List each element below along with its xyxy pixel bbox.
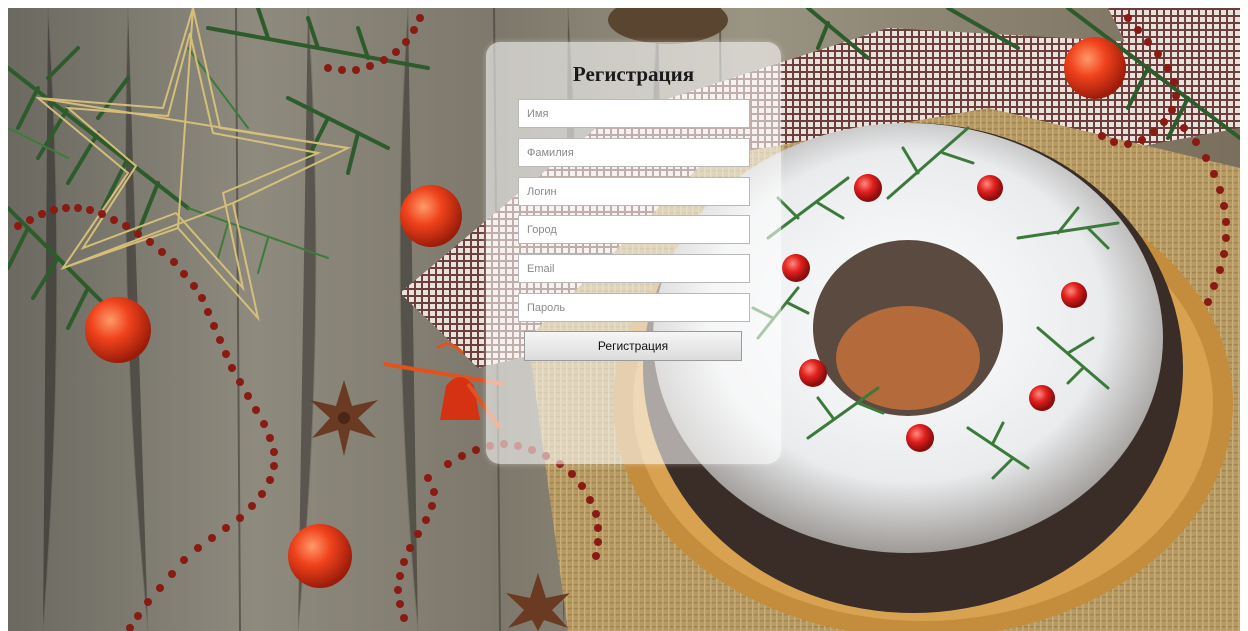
- registration-title: Регистрация: [572, 62, 695, 86]
- login-input[interactable]: [518, 177, 750, 206]
- password-input[interactable]: [518, 293, 750, 322]
- city-input[interactable]: [518, 215, 750, 244]
- last-name-input[interactable]: [518, 138, 750, 167]
- first-name-input[interactable]: [518, 99, 750, 128]
- registration-panel: Регистрация Регистрация: [486, 42, 781, 464]
- register-button[interactable]: Регистрация: [524, 331, 742, 361]
- email-input[interactable]: [518, 254, 750, 283]
- page-frame: Регистрация Регистрация: [8, 8, 1240, 631]
